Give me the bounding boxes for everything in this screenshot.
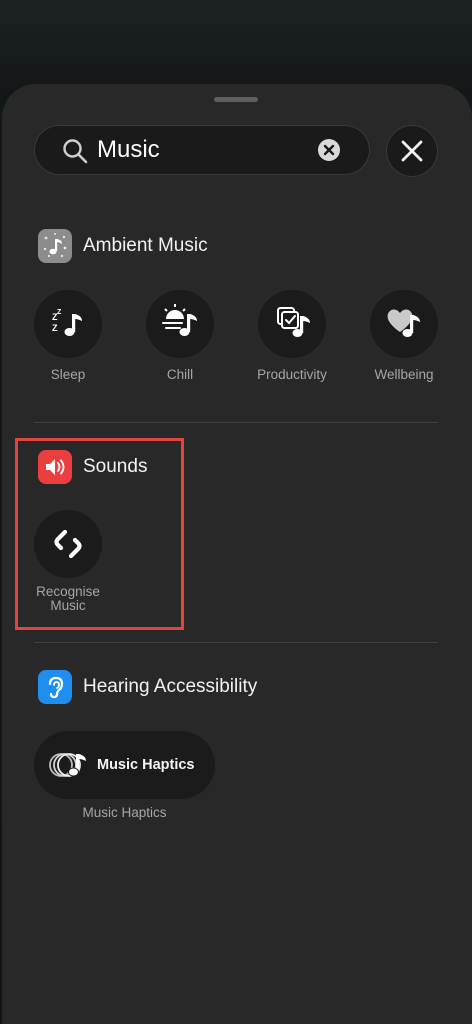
sleep-music-icon: Z Z Z — [34, 290, 102, 358]
section-title-sounds: Sounds — [83, 456, 148, 477]
control-wellbeing[interactable]: Wellbeing — [349, 290, 459, 382]
control-productivity[interactable]: Productivity — [237, 290, 347, 382]
section-header-ambient-music: Ambient Music — [38, 229, 208, 263]
search-input-value[interactable]: Music — [97, 136, 160, 164]
music-haptics-label: Music Haptics — [97, 757, 195, 773]
productivity-music-icon — [258, 290, 326, 358]
search-field[interactable]: Music — [34, 125, 370, 175]
speaker-app-icon — [38, 450, 72, 484]
control-label-wellbeing: Wellbeing — [374, 367, 434, 382]
control-label-sleep: Sleep — [50, 367, 86, 382]
magnifying-glass-icon — [62, 138, 88, 164]
section-title-hearing-accessibility: Hearing Accessibility — [83, 676, 258, 697]
section-divider — [34, 642, 438, 643]
section-divider — [34, 422, 438, 423]
section-header-hearing-accessibility: Hearing Accessibility — [38, 670, 257, 704]
wellbeing-music-icon — [370, 290, 438, 358]
clear-x-icon[interactable] — [318, 139, 340, 161]
close-x-icon — [386, 125, 438, 177]
svg-text:Z: Z — [57, 309, 62, 316]
control-label-productivity: Productivity — [257, 367, 327, 382]
shazam-icon — [34, 510, 102, 578]
ear-app-icon — [38, 670, 72, 704]
control-recognise-music[interactable]: Recognise Music — [13, 510, 123, 613]
control-label-recognise-music: Recognise Music — [36, 584, 100, 613]
control-label-chill: Chill — [166, 367, 194, 382]
music-haptics-icon — [46, 745, 92, 785]
ambient-music-app-icon — [38, 229, 72, 263]
control-sleep[interactable]: Z Z Z Sleep — [13, 290, 123, 382]
svg-text:Z: Z — [52, 323, 58, 333]
sheet-grabber[interactable] — [214, 97, 258, 102]
close-button[interactable] — [386, 125, 438, 177]
section-header-sounds: Sounds — [38, 450, 147, 484]
chill-music-icon — [146, 290, 214, 358]
control-chill[interactable]: Chill — [125, 290, 235, 382]
music-haptics-toggle[interactable]: Music Haptics — [34, 731, 215, 799]
music-haptics-caption: Music Haptics — [82, 805, 167, 820]
section-title-ambient-music: Ambient Music — [83, 235, 208, 256]
